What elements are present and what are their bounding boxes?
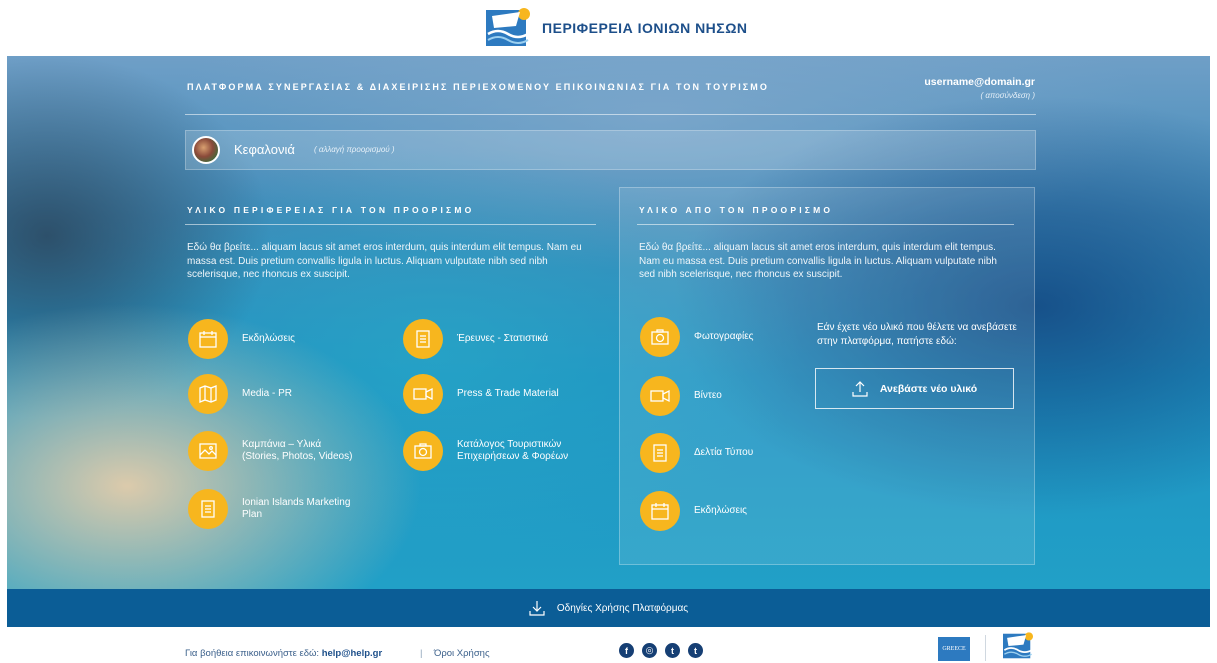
camera-icon <box>403 431 443 471</box>
tumblr-icon[interactable]: t <box>688 643 703 658</box>
upload-button-label: Ανεβάστε νέο υλικό <box>879 382 978 395</box>
left-item-marketing-plan[interactable]: Ionian Islands Marketing Plan <box>188 489 350 529</box>
video-icon <box>403 374 443 414</box>
right-item-label: Δελτία Τύπου <box>694 447 754 458</box>
left-item-label: Καμπάνια – Υλικά (Stories, Photos, Video… <box>242 439 353 462</box>
right-item-label: Εκδηλώσεις <box>694 505 748 516</box>
left-section-divider <box>185 224 596 225</box>
document-icon <box>188 489 228 529</box>
image-icon <box>188 431 228 471</box>
right-item-photos[interactable]: Φωτογραφίες <box>640 317 753 357</box>
greece-logo[interactable]: GREECE <box>938 637 970 661</box>
help-text: Για βοήθεια επικοινωνήστε εδώ: help@help… <box>185 648 382 659</box>
user-guide-label: Οδηγίες Χρήσης Πλατφόρμας <box>556 602 689 614</box>
destination-avatar <box>192 136 220 164</box>
footer-logo-divider <box>985 635 986 661</box>
camera-icon <box>640 317 680 357</box>
right-section-divider <box>637 224 1014 225</box>
ionian-islands-logo-icon[interactable] <box>1000 631 1036 661</box>
user-guide-bar[interactable]: Οδηγίες Χρήσης Πλατφόρμας <box>7 589 1210 627</box>
destination-bar: Κεφαλονιά ( αλλαγή προορισμού ) <box>185 130 1036 170</box>
left-item-label: Media - PR <box>242 388 293 399</box>
download-icon <box>529 601 545 616</box>
left-item-label: Έρευνες - Στατιστικά <box>457 333 549 344</box>
calendar-icon <box>640 491 680 531</box>
region-logo[interactable]: ΠΕΡΙΦΕΡΕΙΑ ΙΟΝΙΩΝ ΝΗΣΩΝ <box>484 6 748 50</box>
upload-instructions: Εάν έχετε νέο υλικό που θέλετε να ανεβάσ… <box>817 322 1017 347</box>
document-icon <box>403 319 443 359</box>
left-section-title: ΥΛΙΚΟ ΠΕΡΙΦΕΡΕΙΑΣ ΓΙΑ ΤΟΝ ΠΡΟΟΡΙΣΜΟ <box>187 205 475 215</box>
left-item-campaign[interactable]: Καμπάνια – Υλικά (Stories, Photos, Video… <box>188 431 352 471</box>
right-section-title: ΥΛΙΚΟ ΑΠΟ ΤΟΝ ΠΡΟΟΡΙΣΜΟ <box>639 205 834 215</box>
destination-name: Κεφαλονιά <box>234 142 295 157</box>
facebook-icon[interactable]: f <box>619 643 634 658</box>
upload-icon <box>852 380 868 397</box>
right-item-label: Βίντεο <box>694 390 722 401</box>
help-email-link[interactable]: help@help.gr <box>322 648 382 659</box>
document-icon <box>640 433 680 473</box>
user-email: username@domain.gr <box>924 76 1035 88</box>
calendar-icon <box>188 319 228 359</box>
footer: Για βοήθεια επικοινωνήστε εδώ: help@help… <box>0 627 1217 663</box>
left-item-events[interactable]: Εκδηλώσεις <box>188 319 295 359</box>
video-icon <box>640 376 680 416</box>
left-item-label: Ionian Islands Marketing Plan <box>242 497 351 520</box>
ionian-islands-logo-icon <box>486 8 530 46</box>
left-item-label: Κατάλογος Τουριστικών Επιχειρήσεων & Φορ… <box>457 439 569 462</box>
footer-separator: | <box>420 648 423 659</box>
region-title: ΠΕΡΙΦΕΡΕΙΑ ΙΟΝΙΩΝ ΝΗΣΩΝ <box>542 20 748 36</box>
right-item-video[interactable]: Βίντεο <box>640 376 722 416</box>
right-section-description: Εδώ θα βρείτε... aliquam lacus sit amet … <box>639 242 997 280</box>
logout-link[interactable]: ( αποσύνδεση ) <box>981 91 1035 100</box>
help-prefix: Για βοήθεια επικοινωνήστε εδώ: <box>185 648 320 659</box>
left-section-description: Εδώ θα βρείτε... aliquam lacus sit amet … <box>187 242 582 280</box>
left-item-research[interactable]: Έρευνες - Στατιστικά <box>403 319 548 359</box>
twitter-icon[interactable]: t <box>665 643 680 658</box>
left-item-media-pr[interactable]: Media - PR <box>188 374 292 414</box>
left-item-business-catalog[interactable]: Κατάλογος Τουριστικών Επιχειρήσεων & Φορ… <box>403 431 568 471</box>
change-destination-link[interactable]: ( αλλαγή προορισμού ) <box>314 145 395 154</box>
right-item-label: Φωτογραφίες <box>694 331 754 342</box>
left-item-press-trade[interactable]: Press & Trade Material <box>403 374 559 414</box>
left-item-label: Press & Trade Material <box>457 388 559 399</box>
right-item-events[interactable]: Εκδηλώσεις <box>640 491 747 531</box>
terms-link[interactable]: Όροι Χρήσης <box>434 648 490 659</box>
instagram-icon[interactable]: ◎ <box>642 643 657 658</box>
right-item-press-releases[interactable]: Δελτία Τύπου <box>640 433 753 473</box>
hero-section: ΠΛΑΤΦΟΡΜΑ ΣΥΝΕΡΓΑΣΙΑΣ & ΔΙΑΧΕΙΡΙΣΗΣ ΠΕΡΙ… <box>7 56 1210 589</box>
upload-material-button[interactable]: Ανεβάστε νέο υλικό <box>815 368 1014 409</box>
social-links: f ◎ t t <box>619 643 703 658</box>
header-divider <box>185 114 1036 115</box>
left-item-label: Εκδηλώσεις <box>242 333 296 344</box>
platform-title: ΠΛΑΤΦΟΡΜΑ ΣΥΝΕΡΓΑΣΙΑΣ & ΔΙΑΧΕΙΡΙΣΗΣ ΠΕΡΙ… <box>187 82 769 92</box>
map-icon <box>188 374 228 414</box>
top-header: ΠΕΡΙΦΕΡΕΙΑ ΙΟΝΙΩΝ ΝΗΣΩΝ <box>0 0 1217 56</box>
